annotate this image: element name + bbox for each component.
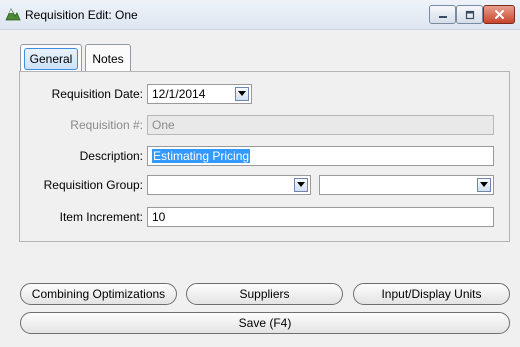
description-field[interactable]: Estimating Pricing — [147, 146, 494, 166]
chevron-down-icon — [238, 91, 246, 96]
combining-optimizations-button[interactable]: Combining Optimizations — [20, 283, 177, 305]
maximize-button[interactable] — [456, 5, 483, 24]
tab-general[interactable]: General — [20, 44, 82, 72]
item-increment-label: Item Increment: — [59, 210, 143, 224]
requisition-group-select-1[interactable] — [147, 175, 311, 195]
chevron-down-icon — [297, 182, 305, 187]
requisition-group-label: Requisition Group: — [43, 178, 143, 192]
requisition-group-dropdown-2[interactable] — [477, 178, 491, 192]
requisition-number-field: One — [147, 115, 494, 135]
item-increment-field[interactable]: 10 — [147, 207, 494, 227]
requisition-date-field[interactable]: 12/1/2014 — [147, 84, 252, 104]
description-label: Description: — [79, 149, 143, 163]
maximize-icon — [465, 10, 474, 19]
close-button[interactable] — [483, 5, 515, 24]
app-logo-icon — [5, 8, 21, 21]
tab-general-label: General — [23, 47, 79, 70]
requisition-group-dropdown-1[interactable] — [294, 178, 308, 192]
requisition-date-value: 12/1/2014 — [152, 87, 206, 101]
input-display-units-button[interactable]: Input/Display Units — [353, 283, 510, 305]
requisition-group-select-2[interactable] — [319, 175, 494, 195]
description-value: Estimating Pricing — [152, 149, 251, 163]
general-tab-panel: Requisition Date: 12/1/2014 Requisition … — [19, 71, 510, 242]
minimize-icon — [438, 15, 447, 18]
suppliers-button[interactable]: Suppliers — [186, 283, 343, 305]
requisition-number-value: One — [152, 118, 175, 132]
requisition-edit-window: Requisition Edit: One General Notes Requ… — [0, 0, 520, 347]
requisition-date-label: Requisition Date: — [51, 87, 143, 101]
save-button[interactable]: Save (F4) — [20, 312, 510, 334]
minimize-button[interactable] — [429, 5, 456, 24]
requisition-number-label: Requisition #: — [70, 118, 143, 132]
title-bar[interactable]: Requisition Edit: One — [0, 0, 520, 30]
tab-notes-label: Notes — [92, 51, 124, 66]
close-icon — [494, 10, 504, 19]
date-dropdown-button[interactable] — [235, 87, 249, 101]
window-title: Requisition Edit: One — [25, 8, 138, 22]
item-increment-value: 10 — [152, 210, 166, 224]
chevron-down-icon — [480, 182, 488, 187]
tab-notes[interactable]: Notes — [85, 44, 131, 72]
